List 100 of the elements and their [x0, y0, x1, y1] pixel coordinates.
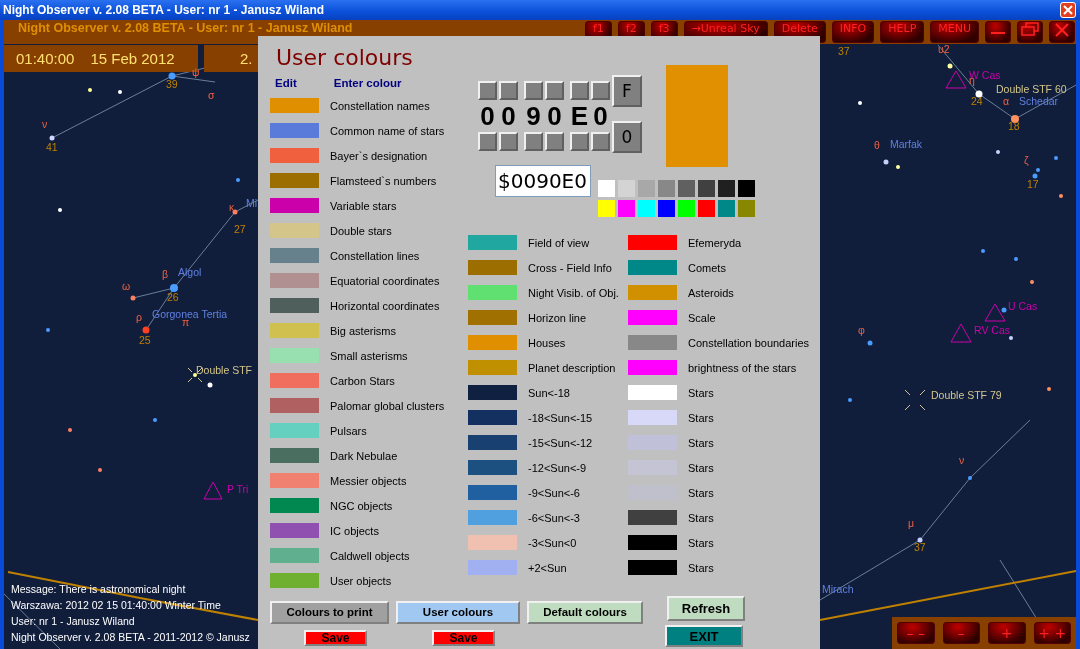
colour-swatch[interactable] — [468, 260, 517, 275]
digit-button[interactable]: F — [612, 75, 642, 107]
star-name-label: Gorgonea Tertia — [152, 308, 228, 320]
palette-swatch[interactable] — [638, 200, 655, 217]
palette-swatch[interactable] — [738, 180, 755, 197]
colour-label: Houses — [528, 336, 566, 349]
colour-swatch[interactable] — [270, 248, 319, 263]
colour-swatch[interactable] — [628, 285, 677, 300]
colour-swatch[interactable] — [468, 235, 517, 250]
decrement-button[interactable] — [478, 132, 497, 151]
preset-button[interactable]: Colours to print — [270, 600, 389, 624]
increment-button[interactable] — [478, 81, 497, 100]
zoom-button[interactable]: + + — [1033, 622, 1071, 644]
palette-swatch[interactable] — [658, 200, 675, 217]
colour-swatch[interactable] — [270, 573, 319, 588]
palette-swatch[interactable] — [598, 180, 615, 197]
colour-swatch[interactable] — [468, 360, 517, 375]
colour-swatch[interactable] — [270, 273, 319, 288]
palette-swatch[interactable] — [698, 180, 715, 197]
colour-swatch[interactable] — [270, 498, 319, 513]
toolbar-button[interactable]: INFO — [831, 21, 875, 43]
colour-swatch[interactable] — [468, 310, 517, 325]
decrement-button[interactable] — [545, 132, 564, 151]
exit-button[interactable]: EXIT — [665, 625, 743, 647]
colour-swatch[interactable] — [270, 523, 319, 538]
decrement-button[interactable] — [570, 132, 589, 151]
colour-swatch[interactable] — [628, 385, 677, 400]
colour-swatch[interactable] — [468, 560, 517, 575]
palette-swatch[interactable] — [718, 200, 735, 217]
increment-button[interactable] — [591, 81, 610, 100]
digit-button[interactable]: 0 — [612, 121, 642, 153]
colour-swatch[interactable] — [270, 473, 319, 488]
colour-swatch[interactable] — [628, 235, 677, 250]
colour-swatch[interactable] — [468, 435, 517, 450]
colour-swatch[interactable] — [270, 173, 319, 188]
preset-button[interactable]: Default colours — [527, 600, 643, 624]
colour-swatch[interactable] — [468, 485, 517, 500]
colour-swatch[interactable] — [270, 98, 319, 113]
refresh-button[interactable]: Refresh — [667, 595, 745, 621]
colour-swatch[interactable] — [628, 335, 677, 350]
preset-button[interactable]: User colours — [396, 600, 520, 624]
colour-swatch[interactable] — [628, 260, 677, 275]
greek-letter-label: θ — [874, 139, 880, 152]
colour-swatch[interactable] — [270, 548, 319, 563]
palette-swatch[interactable] — [718, 180, 735, 197]
colour-swatch[interactable] — [628, 360, 677, 375]
save-button[interactable]: Save — [304, 630, 367, 646]
colour-swatch[interactable] — [468, 535, 517, 550]
colour-swatch[interactable] — [628, 310, 677, 325]
colour-swatch[interactable] — [468, 285, 517, 300]
hex-input-field[interactable]: $0090E0 — [495, 165, 591, 197]
increment-button[interactable] — [499, 81, 518, 100]
palette-swatch[interactable] — [598, 200, 615, 217]
save-button[interactable]: Save — [432, 630, 495, 646]
colour-swatch[interactable] — [270, 223, 319, 238]
colour-swatch[interactable] — [270, 323, 319, 338]
palette-swatch[interactable] — [678, 180, 695, 197]
palette-swatch[interactable] — [658, 180, 675, 197]
zoom-button[interactable]: + — [988, 622, 1026, 644]
colour-swatch[interactable] — [270, 123, 319, 138]
colour-swatch[interactable] — [270, 373, 319, 388]
colour-swatch[interactable] — [468, 385, 517, 400]
colour-label: Constellation lines — [330, 249, 420, 262]
colour-swatch[interactable] — [628, 560, 677, 575]
colour-label: Comets — [688, 261, 726, 274]
restore-button[interactable] — [1017, 21, 1043, 43]
colour-swatch[interactable] — [270, 448, 319, 463]
colour-swatch[interactable] — [468, 460, 517, 475]
greek-letter-label: φ — [858, 324, 865, 337]
decrement-button[interactable] — [524, 132, 543, 151]
decrement-button[interactable] — [499, 132, 518, 151]
toolbar-button[interactable]: HELP — [880, 21, 925, 43]
colour-swatch[interactable] — [270, 198, 319, 213]
toolbar-button[interactable]: MENU — [930, 21, 979, 43]
palette-swatch[interactable] — [638, 180, 655, 197]
colour-swatch[interactable] — [270, 348, 319, 363]
increment-button[interactable] — [570, 81, 589, 100]
palette-swatch[interactable] — [698, 200, 715, 217]
colour-swatch[interactable] — [628, 435, 677, 450]
decrement-button[interactable] — [591, 132, 610, 151]
minimize-button[interactable] — [985, 21, 1011, 43]
colour-swatch[interactable] — [468, 335, 517, 350]
increment-button[interactable] — [545, 81, 564, 100]
colour-swatch[interactable] — [270, 148, 319, 163]
colour-swatch[interactable] — [468, 510, 517, 525]
colour-swatch[interactable] — [628, 410, 677, 425]
palette-swatch[interactable] — [678, 200, 695, 217]
palette-swatch[interactable] — [738, 200, 755, 217]
colour-swatch[interactable] — [270, 398, 319, 413]
colour-swatch[interactable] — [628, 510, 677, 525]
colour-swatch[interactable] — [468, 410, 517, 425]
palette-swatch[interactable] — [618, 200, 635, 217]
zoom-button[interactable]: – – — [897, 622, 935, 644]
colour-swatch[interactable] — [270, 298, 319, 313]
close-button[interactable] — [1049, 21, 1075, 43]
increment-button[interactable] — [524, 81, 543, 100]
colour-label: Stars — [688, 461, 714, 474]
colour-swatch[interactable] — [628, 535, 677, 550]
zoom-button[interactable]: – — [942, 622, 980, 644]
colour-swatch[interactable] — [270, 423, 319, 438]
